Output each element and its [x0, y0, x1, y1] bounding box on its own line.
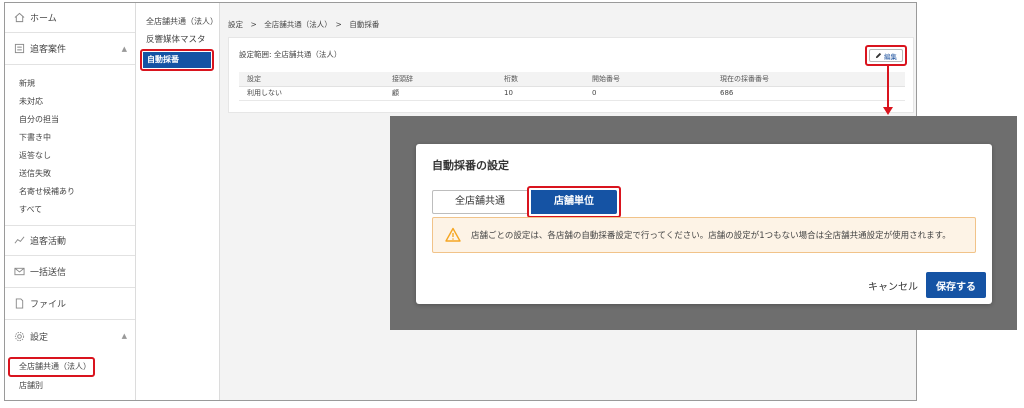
sidebar-item-label: ホーム [30, 14, 57, 24]
sidebar-item-label: 設定 [30, 332, 49, 343]
followup-submenu: 新規 未対応 自分の担当 下書き中 返答なし 送信失敗 名寄せ候補あり すべて [5, 65, 135, 226]
table-row: 利用しない 顧 10 0 686 [239, 86, 905, 101]
sidebar-subitem-send-failed[interactable]: 送信失敗 [5, 165, 135, 183]
highlight-box: 自動採番 [140, 49, 214, 71]
auto-numbering-modal: 自動採番の設定 全店舗共通 店舗単位 店舗ごとの設定は、各店舗の自動採番設定で行… [416, 144, 992, 304]
highlight-box: 全店舗共通（法人） [8, 357, 95, 377]
chevron-up-icon[interactable]: ▲ [122, 332, 127, 340]
numbering-table: 設定 接頭辞 桁数 開始番号 現在の採番番号 利用しない 顧 10 0 686 [239, 72, 905, 101]
sidebar-item-file[interactable]: ファイル [5, 288, 135, 320]
tab-all-stores[interactable]: 全店舗共通 [432, 190, 528, 214]
chevron-up-icon[interactable]: ▲ [122, 45, 127, 53]
list-icon [13, 43, 25, 55]
cell-current: 686 [712, 86, 905, 101]
cell-prefix: 顧 [384, 86, 496, 101]
table-header-row: 設定 接頭辞 桁数 開始番号 現在の採番番号 [239, 72, 905, 87]
sidebar-item-home[interactable]: ホーム [5, 3, 135, 33]
category-item-media-master[interactable]: 反響媒体マスタ [136, 31, 219, 49]
scope-label: 設定範囲: 全店舗共通（法人） [239, 50, 342, 59]
col-header-setting: 設定 [239, 72, 384, 87]
highlight-box: 編集 [865, 45, 907, 66]
modal-footer: キャンセル 保存する [868, 272, 986, 298]
warning-alert: 店舗ごとの設定は、各店舗の自動採番設定で行ってください。店舗の設定が1つもない場… [432, 217, 976, 253]
scope-toggle: 全店舗共通 店舗単位 [432, 186, 621, 218]
sidebar-item-label: 一括送信 [30, 268, 67, 278]
cancel-button[interactable]: キャンセル [868, 278, 918, 293]
sidebar-subitem-all[interactable]: すべて [5, 201, 135, 219]
cell-start: 0 [584, 86, 712, 101]
annotation-arrow-line [887, 64, 889, 108]
sidebar-subitem-no-reply[interactable]: 返答なし [5, 147, 135, 165]
highlight-box: 店舗単位 [527, 186, 621, 218]
sidebar-item-bulk-send[interactable]: 一括送信 [5, 256, 135, 288]
sidebar-subitem-all-stores[interactable]: 全店舗共通（法人） [10, 359, 93, 375]
category-item-auto-numbering[interactable]: 自動採番 [143, 52, 211, 68]
sidebar-item-label: ファイル [30, 300, 67, 310]
col-header-start: 開始番号 [584, 72, 712, 87]
category-item-all-stores[interactable]: 全店舗共通（法人） [136, 13, 219, 31]
breadcrumb: 設定 > 全店舗共通（法人） > 自動採番 [228, 20, 380, 29]
warning-icon [445, 227, 461, 243]
edit-button-label: 編集 [884, 53, 897, 61]
save-button[interactable]: 保存する [926, 272, 986, 298]
sidebar-item-settings[interactable]: 設定 ▲ [5, 320, 135, 352]
home-icon [13, 12, 25, 24]
sidebar-subitem-merge-candidates[interactable]: 名寄せ候補あり [5, 183, 135, 201]
sidebar-subitem-per-store[interactable]: 店舗別 [8, 377, 135, 395]
settings-card: 設定範囲: 全店舗共通（法人） 編集 設定 接頭辞 桁数 開始番号 現在の採番番… [228, 37, 914, 113]
sidebar-item-activity[interactable]: 追客活動 [5, 226, 135, 256]
mail-icon [13, 266, 25, 278]
settings-category-column: 全店舗共通（法人） 反響媒体マスタ 自動採番 [136, 3, 220, 400]
gear-icon [13, 330, 25, 342]
sidebar-item-label: 追客活動 [30, 237, 67, 247]
sidebar-subitem-unhandled[interactable]: 未対応 [5, 93, 135, 111]
col-header-digits: 桁数 [496, 72, 584, 87]
sidebar-subitem-mine[interactable]: 自分の担当 [5, 111, 135, 129]
sidebar: ホーム 追客案件 ▲ 新規 未対応 自分の担当 下書き中 返答なし 送信失敗 名… [5, 3, 136, 400]
warning-text: 店舗ごとの設定は、各店舗の自動採番設定で行ってください。店舗の設定が1つもない場… [471, 231, 951, 241]
settings-submenu: 全店舗共通（法人） 店舗別 [5, 354, 135, 395]
sidebar-subitem-draft[interactable]: 下書き中 [5, 129, 135, 147]
file-icon [13, 298, 25, 310]
col-header-current: 現在の採番番号 [712, 72, 905, 87]
annotation-arrow-head [883, 107, 893, 115]
sidebar-item-followup[interactable]: 追客案件 ▲ [5, 33, 135, 65]
tab-per-store[interactable]: 店舗単位 [531, 190, 617, 214]
sidebar-subitem-new[interactable]: 新規 [5, 75, 135, 93]
col-header-prefix: 接頭辞 [384, 72, 496, 87]
edit-button[interactable]: 編集 [869, 49, 903, 62]
pencil-icon [875, 52, 882, 59]
cell-setting: 利用しない [239, 86, 384, 101]
cell-digits: 10 [496, 86, 584, 101]
modal-title: 自動採番の設定 [432, 159, 509, 172]
sidebar-item-label: 追客案件 [30, 45, 67, 55]
activity-icon [13, 235, 25, 247]
